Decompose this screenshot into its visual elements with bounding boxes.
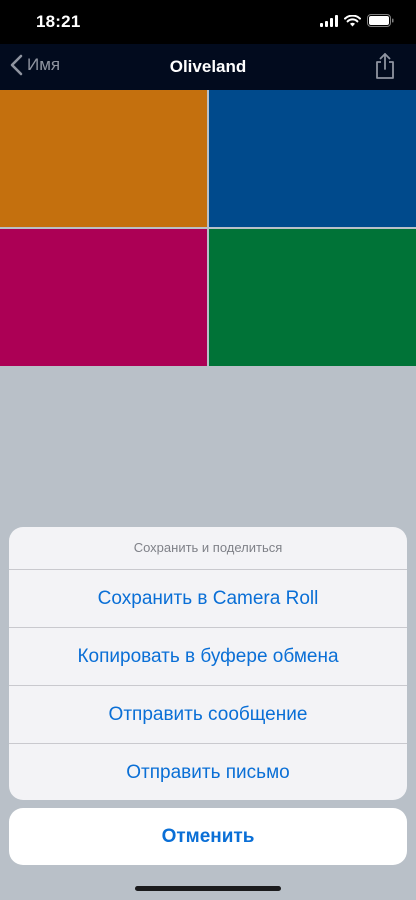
- page-title: Oliveland: [169, 57, 247, 76]
- color-swatch[interactable]: [0, 90, 207, 227]
- status-icons: [320, 14, 394, 27]
- action-sheet: Сохранить и поделиться Сохранить в Camer…: [9, 527, 407, 800]
- battery-icon: [367, 14, 394, 27]
- cancel-button[interactable]: Отменить: [9, 808, 407, 865]
- color-swatch[interactable]: [209, 90, 416, 227]
- action-sheet-title: Сохранить и поделиться: [9, 527, 407, 570]
- status-time: 18:21: [36, 12, 81, 31]
- send-email-button[interactable]: Отправить письмо: [9, 744, 407, 800]
- color-swatch[interactable]: [0, 229, 207, 366]
- home-indicator: [135, 886, 281, 891]
- status-bar: 18:21: [0, 0, 416, 44]
- share-icon: [376, 53, 394, 79]
- color-swatch[interactable]: [209, 229, 416, 366]
- share-button[interactable]: [374, 52, 396, 85]
- navigation-bar: Имя Oliveland: [0, 44, 416, 90]
- send-message-button[interactable]: Отправить сообщение: [9, 686, 407, 744]
- wifi-icon: [344, 14, 361, 26]
- signal-icon: [320, 14, 338, 27]
- copy-to-clipboard-button[interactable]: Копировать в буфере обмена: [9, 628, 407, 686]
- color-palette: [0, 90, 416, 366]
- save-to-camera-roll-button[interactable]: Сохранить в Camera Roll: [9, 570, 407, 628]
